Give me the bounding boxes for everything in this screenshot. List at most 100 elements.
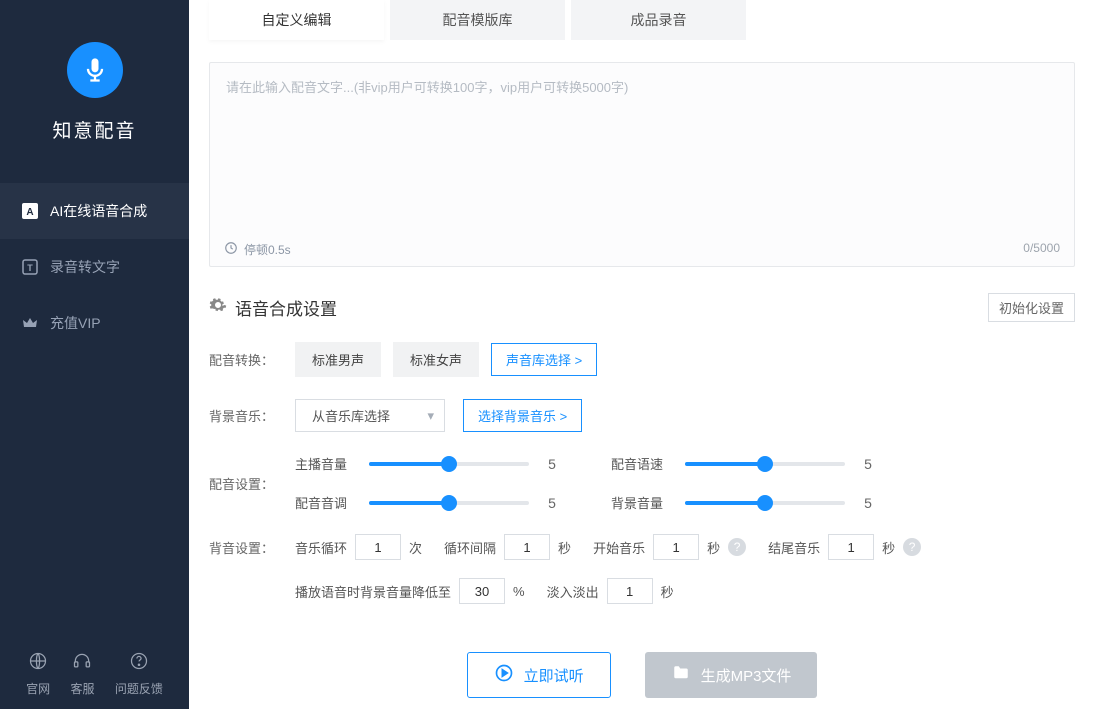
row-bgm: 背景音乐： 从音乐库选择 ▾ 选择背景音乐 > <box>209 399 1075 432</box>
label-voice: 配音转换： <box>209 350 295 369</box>
pause-label: 停顿0.5s <box>244 241 291 258</box>
help-icon[interactable]: ? <box>903 538 921 556</box>
footer-support[interactable]: 客服 <box>70 651 94 697</box>
slider-bg-volume: 背景音量 5 <box>611 493 877 512</box>
slider-label: 配音语速 <box>611 454 671 473</box>
chevron-down-icon: ▾ <box>427 408 434 424</box>
play-icon <box>494 663 514 687</box>
fade-input[interactable] <box>607 578 653 604</box>
main-panel: 自定义编辑 配音模版库 成品录音 停顿0.5s 0/5000 语音合成设置 初始… <box>189 0 1095 709</box>
sidebar-nav: A AI在线语音合成 T 录音转文字 充值VIP <box>0 171 189 351</box>
app-logo-icon <box>67 42 123 98</box>
sidebar-footer: 官网 客服 问题反馈 <box>0 639 189 709</box>
help-icon[interactable]: ? <box>728 538 746 556</box>
char-counter: 0/5000 <box>1023 241 1060 258</box>
slider-value: 5 <box>543 495 561 511</box>
svg-text:T: T <box>27 263 33 273</box>
slider-thumb[interactable] <box>757 495 773 511</box>
unit-label: % <box>513 584 525 599</box>
sidebar-item-label: AI在线语音合成 <box>50 201 147 221</box>
slider-grid: 主播音量 5 配音语速 5 配音音调 5 背景音量 5 <box>295 454 1075 512</box>
field-end-music: 结尾音乐 秒 ? <box>768 534 921 560</box>
row-bg-settings-2: x 播放语音时背景音量降低至 % 淡入淡出 秒 <box>209 578 1075 604</box>
tab-template-lib[interactable]: 配音模版库 <box>390 0 565 40</box>
loop-interval-input[interactable] <box>504 534 550 560</box>
slider-dub-speed: 配音语速 5 <box>611 454 877 473</box>
preview-label: 立即试听 <box>524 665 584 686</box>
footer-website[interactable]: 官网 <box>26 651 50 697</box>
footer-feedback[interactable]: 问题反馈 <box>115 651 163 697</box>
preview-button[interactable]: 立即试听 <box>467 652 611 698</box>
slider-track[interactable] <box>369 501 529 505</box>
slider-dub-pitch: 配音音调 5 <box>295 493 561 512</box>
slider-thumb[interactable] <box>441 456 457 472</box>
bgm-select-value: 从音乐库选择 <box>312 406 390 425</box>
insert-pause-button[interactable]: 停顿0.5s <box>224 241 291 258</box>
unit-label: 秒 <box>661 582 674 601</box>
slider-label: 主播音量 <box>295 454 355 473</box>
field-label: 开始音乐 <box>593 538 645 557</box>
app-title: 知意配音 <box>0 116 189 143</box>
globe-icon <box>28 651 48 674</box>
tab-recordings[interactable]: 成品录音 <box>571 0 746 40</box>
field-music-loop: 音乐循环 次 <box>295 534 422 560</box>
slider-thumb[interactable] <box>757 456 773 472</box>
label-bgm: 背景音乐： <box>209 406 295 425</box>
svg-text:A: A <box>26 207 33 218</box>
tts-text-input[interactable] <box>210 63 1074 243</box>
slider-track[interactable] <box>685 501 845 505</box>
row-bg-settings: 背音设置： 音乐循环 次 循环间隔 秒 开始音乐 秒 ? <box>209 534 1075 560</box>
logo-section: 知意配音 <box>0 0 189 171</box>
help-icon <box>129 651 149 674</box>
action-bar: 立即试听 生成MP3文件 <box>209 626 1075 724</box>
field-start-music: 开始音乐 秒 ? <box>593 534 746 560</box>
sidebar-item-label: 录音转文字 <box>50 257 120 277</box>
field-label: 淡入淡出 <box>547 582 599 601</box>
bgm-select[interactable]: 从音乐库选择 ▾ <box>295 399 445 432</box>
slider-track[interactable] <box>369 462 529 466</box>
option-female-voice[interactable]: 标准女声 <box>393 342 479 377</box>
headset-icon <box>72 651 92 674</box>
folder-icon <box>671 664 691 686</box>
field-loop-interval: 循环间隔 秒 <box>444 534 571 560</box>
ai-icon: A <box>22 203 38 219</box>
sidebar-item-tts[interactable]: A AI在线语音合成 <box>0 183 189 239</box>
generate-label: 生成MP3文件 <box>701 665 792 686</box>
option-male-voice[interactable]: 标准男声 <box>295 342 381 377</box>
choose-voice-button[interactable]: 声音库选择 > <box>491 343 597 376</box>
footer-label: 官网 <box>26 680 50 697</box>
unit-label: 秒 <box>882 538 895 557</box>
text-editor: 停顿0.5s 0/5000 <box>209 62 1075 267</box>
unit-label: 秒 <box>558 538 571 557</box>
transcribe-icon: T <box>22 259 38 275</box>
field-label: 音乐循环 <box>295 538 347 557</box>
lower-volume-input[interactable] <box>459 578 505 604</box>
footer-label: 客服 <box>70 680 94 697</box>
footer-label: 问题反馈 <box>115 680 163 697</box>
slider-value: 5 <box>859 456 877 472</box>
field-label: 结尾音乐 <box>768 538 820 557</box>
end-music-input[interactable] <box>828 534 874 560</box>
sidebar-item-vip[interactable]: 充值VIP <box>0 295 189 351</box>
field-fade: 淡入淡出 秒 <box>547 578 674 604</box>
unit-label: 次 <box>409 538 422 557</box>
loop-count-input[interactable] <box>355 534 401 560</box>
start-music-input[interactable] <box>653 534 699 560</box>
reset-settings-button[interactable]: 初始化设置 <box>988 293 1075 322</box>
choose-bgm-button[interactable]: 选择背景音乐 > <box>463 399 582 432</box>
label-dub: 配音设置： <box>209 474 295 493</box>
crown-icon <box>22 315 38 331</box>
slider-anchor-volume: 主播音量 5 <box>295 454 561 473</box>
sidebar-item-stt[interactable]: T 录音转文字 <box>0 239 189 295</box>
generate-mp3-button[interactable]: 生成MP3文件 <box>645 652 818 698</box>
row-voice: 配音转换： 标准男声 标准女声 声音库选择 > <box>209 342 1075 377</box>
slider-track[interactable] <box>685 462 845 466</box>
slider-thumb[interactable] <box>441 495 457 511</box>
row-dub: 配音设置： 主播音量 5 配音语速 5 配音音调 5 <box>209 454 1075 512</box>
field-label: 播放语音时背景音量降低至 <box>295 582 451 601</box>
tab-custom-edit[interactable]: 自定义编辑 <box>209 0 384 40</box>
slider-label: 背景音量 <box>611 493 671 512</box>
gear-icon <box>209 296 227 319</box>
label-bg-settings: 背音设置： <box>209 538 295 557</box>
unit-label: 秒 <box>707 538 720 557</box>
